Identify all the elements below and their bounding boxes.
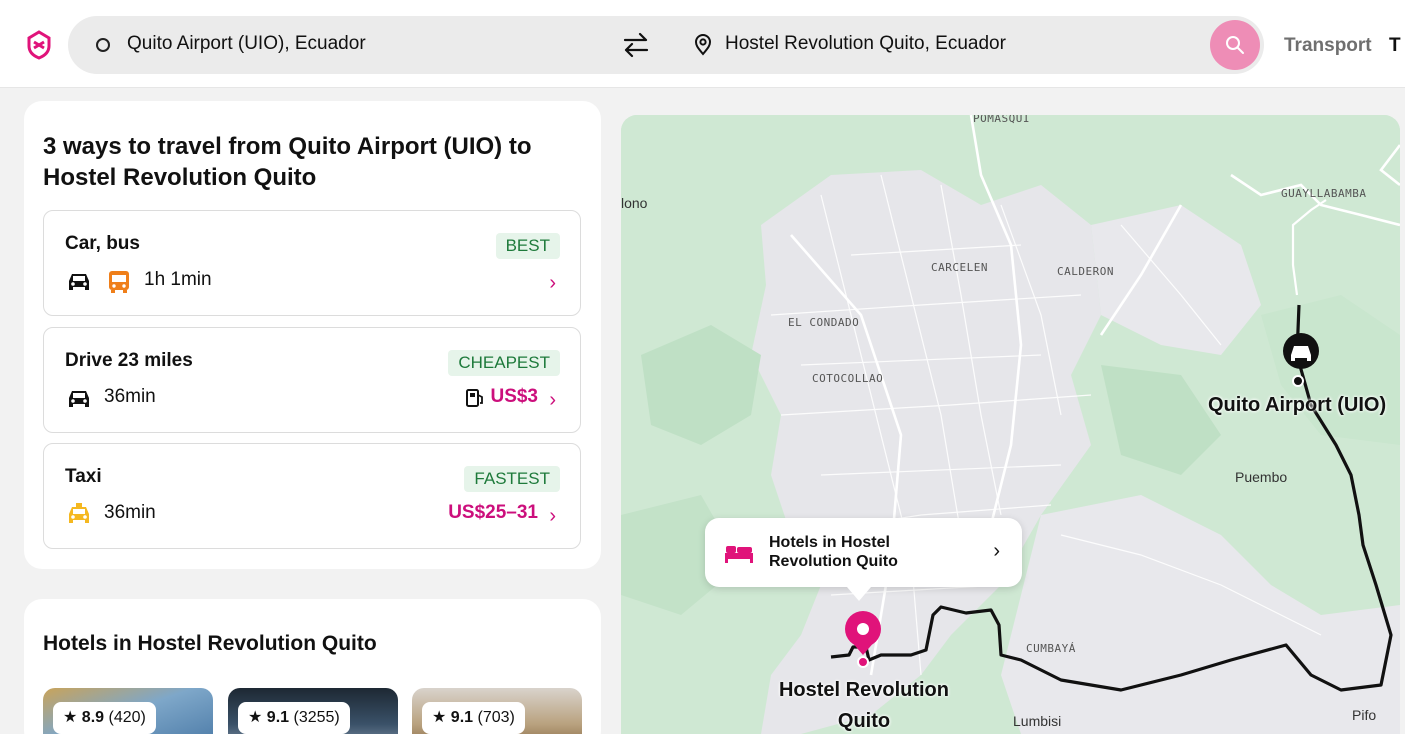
routes-title: 3 ways to travel from Quito Airport (UIO… xyxy=(43,133,532,191)
fuel-icon xyxy=(466,389,483,407)
car-icon xyxy=(69,391,89,407)
location-pin-icon xyxy=(694,34,712,56)
car-icon xyxy=(69,274,89,290)
bus-icon xyxy=(109,271,129,293)
hotel-card[interactable]: ★ 9.1 (703) xyxy=(412,688,582,734)
swap-icon[interactable] xyxy=(622,32,650,58)
taxi-icon xyxy=(69,503,89,523)
chevron-right-icon: › xyxy=(549,389,556,411)
hotel-card[interactable]: ★ 9.1 (3255) xyxy=(228,688,398,734)
map-area-label: CARCELEN xyxy=(931,261,988,274)
search-icon xyxy=(1226,36,1244,54)
bed-icon xyxy=(725,546,753,563)
hotels-title: Hotels in Hostel Revolution Quito xyxy=(43,632,377,655)
map-terrain xyxy=(621,115,1400,734)
route-tag: CHEAPEST xyxy=(448,350,560,376)
map-area-label: COTOCOLLAO xyxy=(812,372,884,385)
rome2rio-logo-icon[interactable] xyxy=(26,30,52,60)
nav-transport[interactable]: Transport xyxy=(1284,35,1372,57)
route-duration: 36min xyxy=(104,502,156,523)
route-price: US$25–31 xyxy=(448,502,538,523)
search-button[interactable] xyxy=(1210,20,1260,70)
map-area-label: POMASQUI xyxy=(973,115,1030,125)
hostel-label[interactable]: Hostel Revolution Quito xyxy=(769,675,959,734)
route-tag: BEST xyxy=(495,233,560,259)
map-place-label: Lumbisi xyxy=(1013,713,1062,729)
route-option-taxi[interactable]: Taxi FASTEST 36min US$25–31 › xyxy=(43,443,581,549)
rating-badge: ★ 8.9 (420) xyxy=(53,702,156,734)
route-name: Taxi xyxy=(65,466,102,487)
route-duration: 1h 1min xyxy=(144,269,212,290)
route-option-car-bus[interactable]: Car, bus BEST 1h 1min › xyxy=(43,210,581,316)
route-duration: 36min xyxy=(104,386,156,407)
chevron-right-icon: › xyxy=(993,540,1000,562)
route-map[interactable]: POMASQUI GUAYLLABAMBA CARCELEN CALDERON … xyxy=(621,115,1400,734)
popup-tail xyxy=(847,587,871,601)
map-area-label: CALDERON xyxy=(1057,265,1114,278)
map-place-label: Puembo xyxy=(1235,469,1288,485)
map-area-label: EL CONDADO xyxy=(788,316,860,329)
popup-title: Hotels in Hostel Revolution Quito xyxy=(769,534,898,570)
map-place-label: lono xyxy=(621,195,648,211)
hotel-card[interactable]: ★ 8.9 (420) xyxy=(43,688,213,734)
chevron-right-icon: › xyxy=(549,505,556,527)
hotels-popup[interactable]: Hotels in Hostel Revolution Quito › xyxy=(705,518,1022,587)
route-name: Drive 23 miles xyxy=(65,350,193,371)
rating-badge: ★ 9.1 (703) xyxy=(422,702,525,734)
route-price: US$3 xyxy=(490,386,538,407)
destination-input[interactable]: Hostel Revolution Quito, Ecuador xyxy=(725,33,1006,55)
map-place-label: Pifo xyxy=(1352,707,1377,723)
map-area-label: GUAYLLABAMBA xyxy=(1281,187,1367,200)
origin-circle-icon xyxy=(96,38,110,52)
rating-badge: ★ 9.1 (3255) xyxy=(238,702,350,734)
nav-trips[interactable]: T xyxy=(1389,35,1401,57)
origin-input[interactable]: Quito Airport (UIO), Ecuador xyxy=(127,33,366,55)
chevron-right-icon: › xyxy=(549,272,556,294)
route-name: Car, bus xyxy=(65,233,140,254)
map-area-label: CUMBAYÁ xyxy=(1026,642,1076,655)
airport-label[interactable]: Quito Airport (UIO) xyxy=(1208,394,1386,417)
route-option-drive[interactable]: Drive 23 miles CHEAPEST 36min US$3 › xyxy=(43,327,581,433)
route-tag: FASTEST xyxy=(464,466,560,492)
